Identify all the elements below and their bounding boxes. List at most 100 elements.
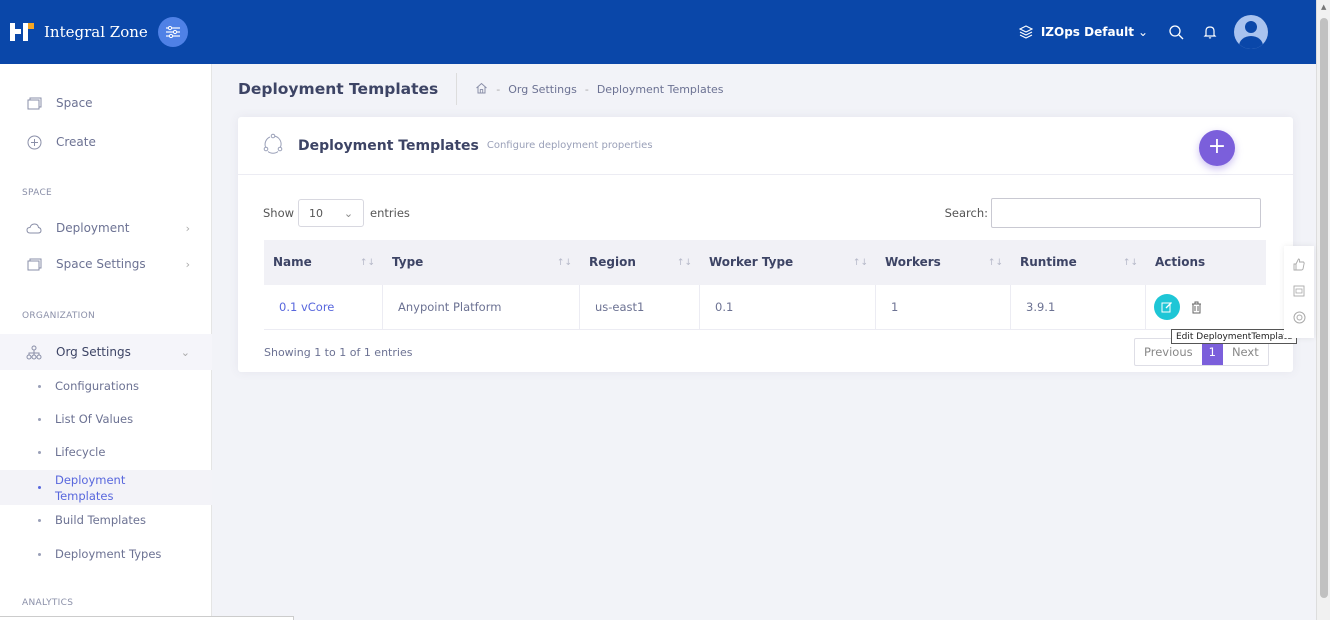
- cell-workers: 1: [876, 284, 1011, 330]
- sort-icon: ↑↓: [556, 258, 572, 268]
- sidebar-subitem-lifecycle[interactable]: Lifecycle: [0, 440, 212, 464]
- bullet-icon: [38, 486, 41, 489]
- breadcrumb-deployment-templates[interactable]: Deployment Templates: [597, 83, 724, 96]
- column-header-type[interactable]: Type ↑↓: [383, 240, 580, 285]
- card-subtitle: Configure deployment properties: [486, 140, 653, 151]
- templates-icon: [262, 133, 284, 158]
- support-icon[interactable]: [1293, 311, 1306, 327]
- edit-icon: [1161, 302, 1172, 313]
- scroll-up-icon[interactable]: ▲: [1321, 4, 1326, 11]
- sidebar-subitem-label: Deployment Templates: [55, 472, 126, 503]
- sidebar-subitem-label: Configurations: [55, 379, 139, 393]
- column-header-label: Actions: [1155, 254, 1206, 269]
- top-navbar: Integral Zone IZOps Default ⌄: [0, 0, 1316, 64]
- edit-template-button[interactable]: [1154, 294, 1180, 320]
- cell-worker-type: 0.1: [700, 284, 876, 330]
- table-row: 0.1 vCore Anypoint Platform us-east1 0.1…: [264, 284, 1266, 330]
- sidebar-subitem-label: Lifecycle: [55, 445, 106, 459]
- sidebar-subitem-label: Build Templates: [55, 513, 146, 527]
- thumbs-up-icon[interactable]: [1293, 258, 1305, 274]
- chevron-down-icon: ⌄: [1137, 25, 1148, 39]
- sidebar-subitem-build-templates[interactable]: Build Templates: [0, 508, 212, 532]
- sliders-icon: [165, 26, 180, 38]
- sidebar-item-deployment[interactable]: Deployment ›: [0, 211, 212, 245]
- column-header-actions: Actions: [1146, 240, 1266, 285]
- table-search: Search:: [945, 198, 1261, 228]
- brand-title: Integral Zone: [44, 23, 148, 41]
- sidebar-item-space[interactable]: Space: [0, 86, 212, 120]
- column-header-label: Workers: [885, 254, 941, 269]
- chevron-down-icon: ⌄: [343, 206, 354, 220]
- scrollbar-thumb[interactable]: [1320, 18, 1328, 598]
- sidebar-item-space-settings[interactable]: Space Settings ›: [0, 247, 212, 281]
- section-title-organization: ORGANIZATION: [22, 311, 96, 321]
- column-header-workers[interactable]: Workers ↑↓: [876, 240, 1011, 285]
- column-header-runtime[interactable]: Runtime ↑↓: [1011, 240, 1146, 285]
- sidebar-subitem-configurations[interactable]: Configurations: [0, 374, 212, 398]
- sidebar: Space Create SPACE Deployment › Space Se…: [0, 64, 212, 620]
- layers-icon: [1018, 25, 1033, 39]
- sidebar-subitem-deployment-templates[interactable]: Deployment Templates: [0, 470, 212, 505]
- page-scrollbar[interactable]: ▲: [1316, 0, 1330, 620]
- show-label: Show: [263, 206, 295, 220]
- brand[interactable]: Integral Zone: [10, 21, 148, 43]
- right-quick-panel: [1284, 246, 1314, 338]
- sidebar-toggle-button[interactable]: [157, 17, 188, 47]
- notification-bell-icon[interactable]: [1200, 22, 1220, 42]
- sidebar-item-label: Space Settings: [56, 257, 146, 271]
- column-header-worker-type[interactable]: Worker Type ↑↓: [700, 240, 876, 285]
- org-switcher[interactable]: IZOps Default ⌄: [1018, 25, 1148, 39]
- search-label: Search:: [944, 206, 988, 220]
- bullet-icon: [38, 518, 41, 522]
- entries-select[interactable]: 10 ⌄: [298, 199, 365, 227]
- sidebar-subitem-list-of-values[interactable]: List Of Values: [0, 407, 212, 431]
- user-avatar[interactable]: [1234, 15, 1268, 49]
- trash-icon: [1191, 301, 1201, 313]
- page-title: Deployment Templates: [238, 73, 458, 105]
- cell-name[interactable]: 0.1 vCore: [264, 284, 383, 330]
- search-input[interactable]: [991, 198, 1261, 228]
- entries-label: entries: [370, 206, 410, 220]
- docs-icon[interactable]: [1293, 285, 1305, 300]
- org-name: IZOps Default: [1040, 25, 1134, 39]
- sort-icon: ↑↓: [852, 258, 868, 268]
- page-header: Deployment Templates - Org Settings - De…: [238, 72, 724, 106]
- search-icon[interactable]: [1166, 22, 1186, 42]
- breadcrumb-org-settings[interactable]: Org Settings: [508, 83, 577, 96]
- cell-type: Anypoint Platform: [383, 284, 580, 330]
- brand-logo-icon: [10, 21, 36, 43]
- templates-table: Name ↑↓ Type ↑↓ Region ↑↓ Worker Type ↑↓ Wor…: [264, 240, 1266, 330]
- plus-icon: +: [1207, 134, 1227, 159]
- cell-region: us-east1: [580, 284, 700, 330]
- bullet-icon: [38, 552, 41, 556]
- column-header-label: Runtime: [1020, 254, 1077, 269]
- plus-circle-icon: [26, 134, 42, 150]
- bullet-icon: [38, 417, 41, 421]
- chevron-down-icon: ⌄: [180, 345, 190, 359]
- sidebar-item-create[interactable]: Create: [0, 125, 212, 159]
- breadcrumb-separator: -: [584, 82, 589, 96]
- chevron-right-icon: ›: [185, 257, 190, 271]
- column-header-region[interactable]: Region ↑↓: [580, 240, 700, 285]
- bottom-panel-edge: [0, 616, 294, 620]
- home-icon[interactable]: [475, 82, 488, 97]
- sort-icon: ↑↓: [676, 258, 692, 268]
- table-header: Name ↑↓ Type ↑↓ Region ↑↓ Worker Type ↑↓ Wor…: [264, 240, 1266, 285]
- page-length-control: Show 10 ⌄ entries: [263, 199, 410, 227]
- sidebar-item-label: Org Settings: [56, 345, 131, 359]
- sidebar-subitem-deployment-types[interactable]: Deployment Types: [0, 542, 212, 566]
- cell-runtime: 3.9.1: [1011, 284, 1146, 330]
- delete-template-button[interactable]: [1189, 299, 1203, 315]
- sidebar-subitem-label: Deployment Types: [55, 547, 162, 561]
- space-settings-icon: [26, 256, 42, 272]
- section-title-space: SPACE: [22, 188, 53, 198]
- bullet-icon: [38, 450, 41, 454]
- card-header: Deployment Templates Configure deploymen…: [238, 117, 1293, 175]
- column-header-label: Type: [392, 254, 424, 269]
- bullet-icon: [38, 384, 41, 388]
- add-template-button[interactable]: +: [1199, 130, 1235, 166]
- sidebar-item-org-settings[interactable]: Org Settings ⌄: [0, 334, 212, 370]
- column-header-name[interactable]: Name ↑↓: [264, 240, 383, 285]
- sort-icon: ↑↓: [987, 258, 1003, 268]
- column-header-label: Name: [273, 254, 312, 269]
